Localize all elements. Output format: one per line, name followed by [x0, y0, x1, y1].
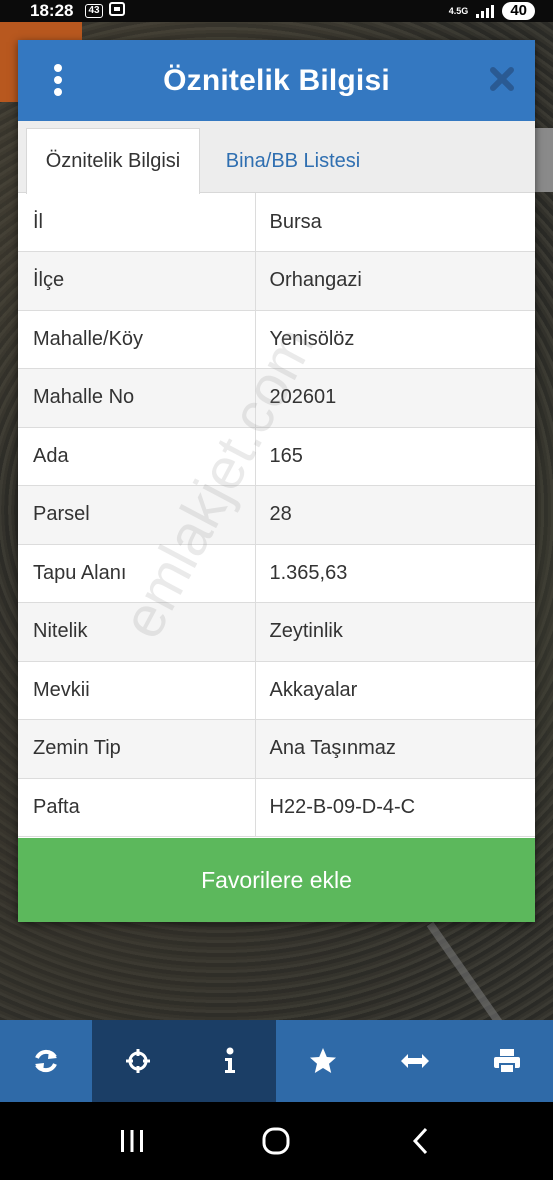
add-to-favorites-button[interactable]: Favorilere ekle — [18, 838, 535, 922]
attribute-key: İl — [18, 193, 256, 252]
home-button[interactable] — [246, 1121, 306, 1161]
tab-bar: Öznitelik Bilgisi Bina/BB Listesi — [18, 121, 535, 194]
attribute-value: Zeytinlik — [255, 602, 535, 662]
attribute-key: Parsel — [18, 485, 256, 545]
print-icon[interactable] — [461, 1020, 553, 1102]
table-row: Pafta H22-B-09-D-4-C — [18, 778, 535, 837]
table-row: İlçe Orhangazi — [18, 251, 535, 311]
attribute-value: Yenisölöz — [255, 310, 535, 369]
attribute-key: Mevkii — [18, 661, 256, 720]
attribute-value: Bursa — [255, 193, 535, 252]
signal-icon — [476, 4, 495, 18]
attribute-value: H22-B-09-D-4-C — [255, 778, 535, 837]
more-vertical-icon[interactable] — [54, 64, 62, 96]
map-toolbar — [0, 1020, 553, 1102]
table-row: Mevkii Akkayalar — [18, 661, 535, 720]
star-icon[interactable] — [276, 1020, 368, 1102]
tab-building-list[interactable]: Bina/BB Listesi — [208, 128, 378, 194]
attribute-value: 165 — [255, 427, 535, 486]
table-row: Nitelik Zeytinlik — [18, 602, 535, 662]
notification-badge: 43 — [85, 4, 103, 18]
attribute-key: Tapu Alanı — [18, 544, 256, 603]
dialog-header: Öznitelik Bilgisi — [18, 40, 535, 121]
network-type: 4.5G — [448, 5, 469, 16]
attribute-key: Mahalle/Köy — [18, 310, 256, 369]
attribute-value: 1.365,63 — [255, 544, 535, 603]
battery-indicator: 40 — [502, 2, 535, 20]
attribute-key: Ada — [18, 427, 256, 486]
refresh-icon[interactable] — [0, 1020, 92, 1102]
attribute-key: Zemin Tip — [18, 719, 256, 779]
screenshot-icon — [108, 1, 125, 21]
crosshair-icon[interactable] — [92, 1020, 185, 1102]
status-bar: 18:28 43 4.5G 40 — [0, 0, 553, 22]
table-row: Ada 165 — [18, 427, 535, 486]
attribute-value: 202601 — [255, 368, 535, 428]
dialog-title: Öznitelik Bilgisi — [163, 63, 390, 97]
table-row: Mahalle No 202601 — [18, 368, 535, 428]
table-row: Tapu Alanı 1.365,63 — [18, 544, 535, 603]
table-row: Zemin Tip Ana Taşınmaz — [18, 719, 535, 779]
table-row: Parsel 28 — [18, 485, 535, 545]
attribute-value: 28 — [255, 485, 535, 545]
attribute-value: Akkayalar — [255, 661, 535, 720]
status-time: 18:28 — [30, 1, 74, 20]
measure-icon[interactable] — [369, 1020, 461, 1102]
attribute-table: İl Bursa İlçe Orhangazi Mahalle/Köy Yeni… — [18, 193, 535, 837]
back-button[interactable] — [391, 1121, 451, 1161]
close-icon[interactable] — [489, 66, 515, 92]
attribute-key: Pafta — [18, 778, 256, 837]
table-row: İl Bursa — [18, 193, 535, 252]
attribute-key: İlçe — [18, 251, 256, 311]
attribute-dialog: Öznitelik Bilgisi Öznitelik Bilgisi Bina… — [18, 40, 535, 922]
attribute-value: Ana Taşınmaz — [255, 719, 535, 779]
info-icon[interactable] — [184, 1020, 277, 1102]
attribute-key: Nitelik — [18, 602, 256, 662]
recent-apps-button[interactable] — [102, 1121, 162, 1161]
attribute-value: Orhangazi — [255, 251, 535, 311]
tab-attribute-info[interactable]: Öznitelik Bilgisi — [26, 128, 200, 194]
system-navigation-bar — [0, 1102, 553, 1180]
map-side-handle — [533, 128, 553, 192]
attribute-key: Mahalle No — [18, 368, 256, 428]
table-row: Mahalle/Köy Yenisölöz — [18, 310, 535, 369]
